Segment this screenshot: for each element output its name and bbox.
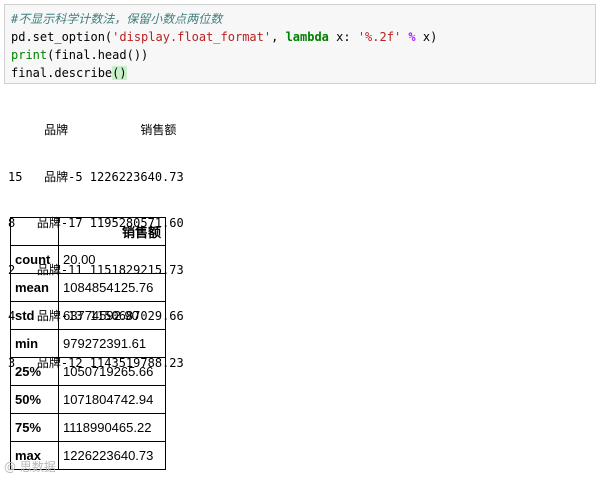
row-index: 75% xyxy=(10,413,59,442)
row-value: 1084854125.76 xyxy=(58,273,166,302)
code-operator: % xyxy=(408,30,416,44)
code-token: x: xyxy=(328,30,358,44)
row-index: 50% xyxy=(10,385,59,414)
code-token: x) xyxy=(415,30,438,44)
code-line-4: final.describe() xyxy=(11,64,589,82)
code-string: 'display.float_format' xyxy=(112,30,272,44)
code-token: final.describe xyxy=(11,66,113,80)
code-keyword: lambda xyxy=(285,30,329,44)
code-line-3: print(final.head()) xyxy=(11,46,589,64)
row-value: 20.00 xyxy=(58,245,166,274)
table-row: std 63774592.90 xyxy=(10,301,166,330)
row-value: 1118990465.22 xyxy=(58,413,166,442)
row-index: 25% xyxy=(10,357,59,386)
column-header: 销售额 xyxy=(58,217,166,246)
code-token: pd.set_option( xyxy=(11,30,113,44)
row-index: std xyxy=(10,301,59,330)
row-value: 1071804742.94 xyxy=(58,385,166,414)
print-output-header: 品牌 销售额 xyxy=(8,123,177,137)
table-row: 25% 1050719265.66 xyxy=(10,357,166,386)
code-line-1: #不显示科学计数法，保留小数点两位数 xyxy=(11,10,589,28)
watermark: @ 思数据 xyxy=(4,460,56,474)
code-cell-input[interactable]: #不显示科学计数法，保留小数点两位数 pd.set_option('displa… xyxy=(4,4,596,84)
row-value: 1050719265.66 xyxy=(58,357,166,386)
row-value: 63774592.90 xyxy=(58,301,166,330)
code-token: , xyxy=(271,30,286,44)
row-index: mean xyxy=(10,273,59,302)
table-header-row: 销售额 xyxy=(10,217,166,246)
table-row: mean 1084854125.76 xyxy=(10,273,166,302)
code-string: '%.2f' xyxy=(357,30,402,44)
row-value: 1226223640.73 xyxy=(58,441,166,470)
code-builtin: print xyxy=(11,48,48,62)
code-line-2: pd.set_option('display.float_format', la… xyxy=(11,28,589,46)
describe-output: 销售额 count 20.00 mean 1084854125.76 std 6377… xyxy=(10,217,166,470)
code-comment: #不显示科学计数法，保留小数点两位数 xyxy=(11,12,223,26)
row-index: min xyxy=(10,329,59,358)
describe-table: 销售额 count 20.00 mean 1084854125.76 std 6377… xyxy=(10,217,166,470)
code-token: (final.head()) xyxy=(47,48,149,62)
matched-paren-highlight: () xyxy=(112,66,127,80)
table-row: 75% 1118990465.22 xyxy=(10,413,166,442)
table-row: count 20.00 xyxy=(10,245,166,274)
print-output-row: 15 品牌-5 1226223640.73 xyxy=(8,169,184,184)
table-corner-cell xyxy=(10,217,59,246)
table-row: 50% 1071804742.94 xyxy=(10,385,166,414)
row-index: count xyxy=(10,245,59,274)
row-value: 979272391.61 xyxy=(58,329,166,358)
table-row: min 979272391.61 xyxy=(10,329,166,358)
